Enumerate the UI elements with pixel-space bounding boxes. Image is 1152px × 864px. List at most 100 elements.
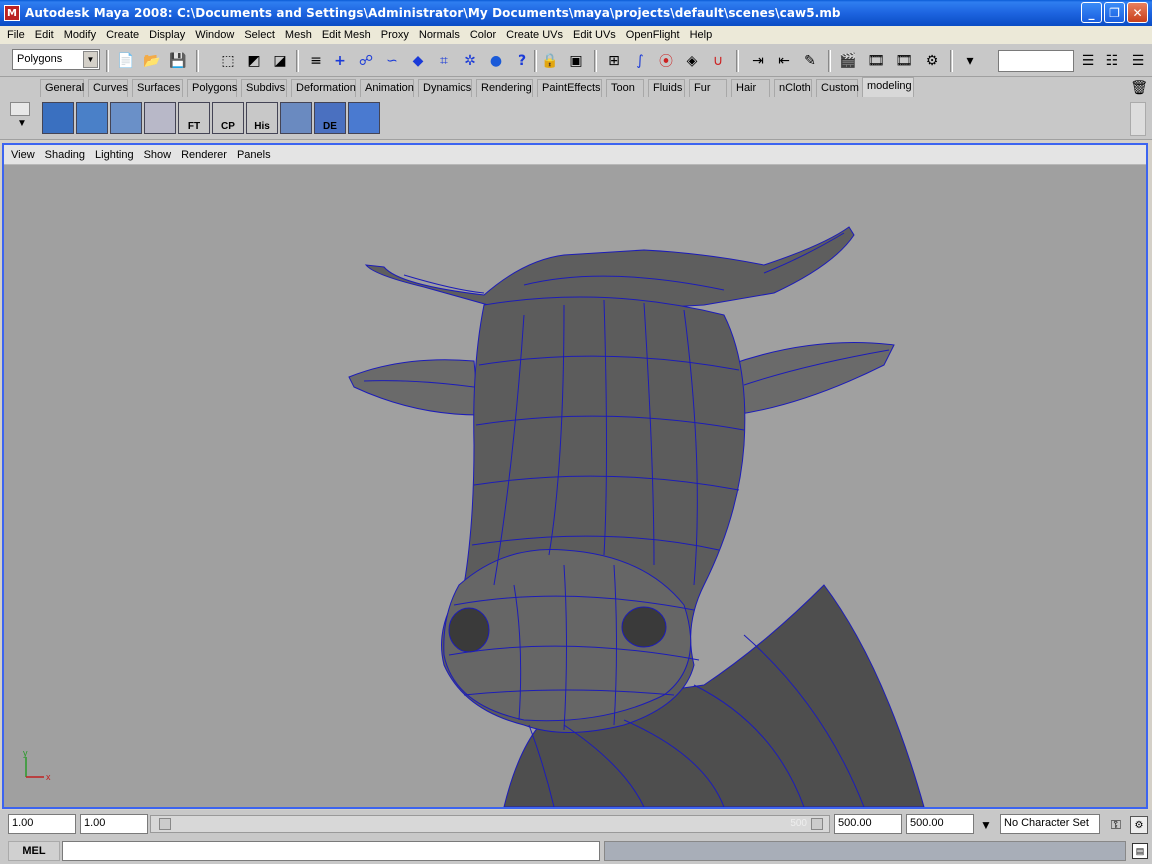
sculpt-tool-icon[interactable] [348, 102, 380, 134]
menu-normals[interactable]: Normals [414, 29, 465, 41]
range-end-field[interactable]: 500.00 [834, 814, 902, 834]
range-end-handle[interactable] [811, 818, 823, 830]
snap-view-plane-icon[interactable]: ◈ [682, 51, 702, 71]
menu-file[interactable]: File [2, 29, 30, 41]
select-object-icon[interactable]: ◩ [244, 51, 264, 71]
tab-animation[interactable]: Animation [360, 79, 414, 97]
chevron-down-icon[interactable]: ▼ [976, 816, 996, 834]
select-handles-icon[interactable]: + [330, 51, 350, 71]
de-tool-icon[interactable]: DE [314, 102, 346, 134]
panel-menu-view[interactable]: View [6, 149, 40, 161]
snap-grid-icon[interactable]: ⊞ [604, 51, 624, 71]
select-component-icon[interactable]: ◪ [270, 51, 290, 71]
panel-menu-show[interactable]: Show [139, 149, 177, 161]
menu-display[interactable]: Display [144, 29, 190, 41]
tab-dynamics[interactable]: Dynamics [418, 79, 472, 97]
minimize-button[interactable]: _ [1081, 2, 1102, 23]
render-frame-icon[interactable]: 🎞 [866, 51, 886, 71]
chevron-down-icon[interactable]: ▼ [83, 51, 98, 68]
menu-modify[interactable]: Modify [59, 29, 101, 41]
tab-subdivs[interactable]: Subdivs [241, 79, 287, 97]
tab-rendering[interactable]: Rendering [476, 79, 533, 97]
menu-openflight[interactable]: OpenFlight [621, 29, 685, 41]
tab-general[interactable]: General [40, 79, 84, 97]
menu-proxy[interactable]: Proxy [376, 29, 414, 41]
menu-color[interactable]: Color [465, 29, 501, 41]
output-ops-icon[interactable]: ⇤ [774, 51, 794, 71]
panel-menu-shading[interactable]: Shading [40, 149, 90, 161]
snap-point-icon[interactable]: ⦿ [656, 51, 676, 71]
maximize-button[interactable]: ❐ [1104, 2, 1125, 23]
render-globals-icon[interactable]: ⚙ [922, 51, 942, 71]
quick-selection-dropdown-icon[interactable]: ▾ [960, 51, 980, 71]
tab-ncloth[interactable]: nCloth [774, 79, 812, 97]
menu-help[interactable]: Help [685, 29, 718, 41]
panel-menu-lighting[interactable]: Lighting [90, 149, 139, 161]
select-misc-icon[interactable]: ? [512, 51, 532, 71]
tool-settings-icon[interactable]: ☰ [1128, 51, 1148, 71]
animation-preferences-icon[interactable]: ⚙ [1130, 816, 1148, 834]
cow-head-model[interactable] [4, 165, 1146, 807]
ipr-render-icon[interactable]: 🎞 [894, 51, 914, 71]
highlight-selection-icon[interactable]: ▣ [566, 51, 586, 71]
tab-fur[interactable]: Fur [689, 79, 727, 97]
curve-tool-icon[interactable] [144, 102, 176, 134]
trash-icon[interactable]: 🗑 [1130, 79, 1148, 96]
construction-history-icon[interactable]: ✎ [800, 51, 820, 71]
select-deformations-icon[interactable]: ⌗ [434, 51, 454, 71]
pick-mask-icon[interactable]: ≡ [306, 51, 326, 71]
select-surfaces-icon[interactable]: ◆ [408, 51, 428, 71]
save-scene-icon[interactable]: 💾 [168, 51, 188, 71]
shelf-menu[interactable]: ▼ [10, 102, 34, 136]
character-set-field[interactable]: No Character Set [1000, 814, 1100, 834]
make-live-icon[interactable]: ∪ [708, 51, 728, 71]
history-tool-icon[interactable]: His [246, 102, 278, 134]
menu-edit-uvs[interactable]: Edit UVs [568, 29, 621, 41]
current-time-field[interactable]: 1.00 [80, 814, 148, 834]
tab-fluids[interactable]: Fluids [648, 79, 685, 97]
mesh-smooth-icon[interactable] [280, 102, 312, 134]
select-joints-icon[interactable]: ☍ [356, 51, 376, 71]
chevron-down-icon[interactable]: ▼ [10, 118, 34, 129]
menu-mesh[interactable]: Mesh [280, 29, 317, 41]
range-start-handle[interactable] [159, 818, 171, 830]
tab-custom[interactable]: Custom [816, 79, 859, 97]
tab-polygons[interactable]: Polygons [187, 79, 237, 97]
menu-create[interactable]: Create [101, 29, 144, 41]
script-editor-icon[interactable]: ▤ [1132, 843, 1148, 859]
select-rendering-icon[interactable]: ● [486, 51, 506, 71]
open-scene-icon[interactable]: 📂 [142, 51, 162, 71]
input-ops-icon[interactable]: ⇥ [748, 51, 768, 71]
split-edge-icon[interactable] [76, 102, 108, 134]
tab-modeling[interactable]: modeling [862, 77, 914, 97]
mel-toggle-button[interactable]: MEL [8, 841, 60, 861]
select-hierarchy-icon[interactable]: ⬚ [218, 51, 238, 71]
select-dynamics-icon[interactable]: ✲ [460, 51, 480, 71]
menu-window[interactable]: Window [190, 29, 239, 41]
lock-selection-icon[interactable]: 🔒 [540, 51, 560, 71]
command-input[interactable] [62, 841, 600, 861]
poly-cube-icon[interactable] [42, 102, 74, 134]
channel-box-icon[interactable]: ☰ [1078, 51, 1098, 71]
panel-menu-renderer[interactable]: Renderer [176, 149, 232, 161]
tab-curves[interactable]: Curves [88, 79, 128, 97]
playback-range-slider[interactable]: 500 [150, 815, 830, 833]
select-tool-icon[interactable] [110, 102, 142, 134]
new-scene-icon[interactable]: 📄 [116, 51, 136, 71]
close-button[interactable]: ✕ [1127, 2, 1148, 23]
auto-key-icon[interactable]: ⚿ [1104, 816, 1128, 834]
shelf-editor-icon[interactable] [10, 102, 30, 116]
render-view-icon[interactable]: 🎬 [838, 51, 858, 71]
cp-tool-icon[interactable]: CP [212, 102, 244, 134]
maya-icon[interactable]: M [4, 5, 20, 21]
menu-edit[interactable]: Edit [30, 29, 59, 41]
menu-set-selector[interactable]: Polygons ▼ [12, 49, 100, 70]
quick-selection-field[interactable] [998, 50, 1074, 72]
panel-menu-panels[interactable]: Panels [232, 149, 276, 161]
select-curves-icon[interactable]: ∽ [382, 51, 402, 71]
menu-create-uvs[interactable]: Create UVs [501, 29, 568, 41]
tab-deformation[interactable]: Deformation [291, 79, 356, 97]
menu-select[interactable]: Select [239, 29, 280, 41]
tab-painteffects[interactable]: PaintEffects [537, 79, 602, 97]
attribute-editor-icon[interactable]: ☷ [1102, 51, 1122, 71]
